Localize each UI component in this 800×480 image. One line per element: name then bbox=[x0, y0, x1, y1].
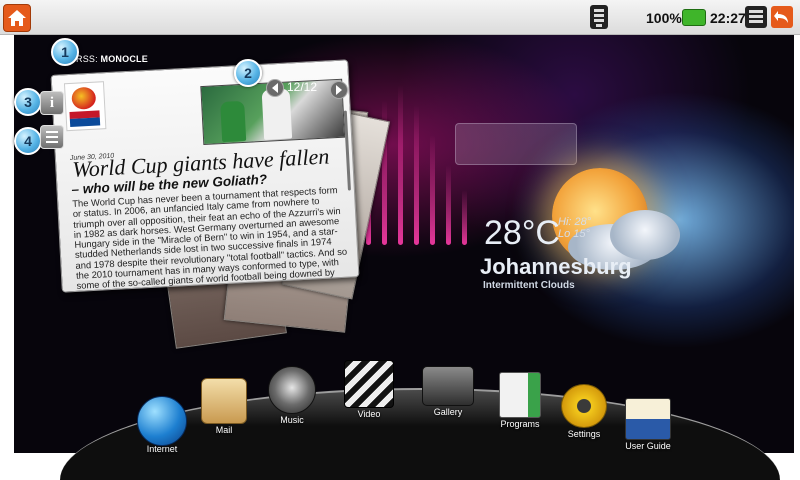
dock-item-music[interactable]: Music bbox=[252, 366, 332, 425]
globe-icon bbox=[137, 396, 187, 446]
callout-badge-4: 4 bbox=[14, 127, 42, 155]
page-counter: 12/12 bbox=[287, 80, 318, 94]
temp-low: Lo 15° bbox=[558, 228, 590, 240]
rss-source-label: RSS: MONOCLE bbox=[76, 54, 148, 64]
callout-badge-2: 2 bbox=[234, 59, 262, 87]
back-arrow-icon bbox=[774, 11, 788, 23]
info-button[interactable]: i bbox=[40, 91, 64, 115]
list-button[interactable] bbox=[40, 125, 64, 149]
programs-icon bbox=[499, 372, 541, 418]
clock: 22:27 bbox=[710, 10, 746, 26]
cloud-icon bbox=[610, 210, 680, 260]
article-body: The World Cup has never been a tournamen… bbox=[71, 184, 348, 293]
envelope-icon bbox=[201, 378, 247, 424]
world-cup-logo bbox=[63, 81, 107, 132]
home-button[interactable] bbox=[3, 4, 31, 32]
clapper-icon bbox=[344, 360, 394, 408]
speaker-icon bbox=[268, 366, 316, 414]
search-widget-background bbox=[455, 123, 577, 165]
status-bar: 100% 22:27 bbox=[0, 0, 800, 35]
dock-label: Gallery bbox=[433, 407, 463, 417]
camera-icon bbox=[422, 366, 474, 406]
dock-item-gallery[interactable]: Gallery bbox=[408, 366, 488, 417]
list-icon bbox=[46, 131, 58, 143]
city-name: Johannesburg bbox=[480, 254, 632, 279]
books-icon bbox=[625, 398, 671, 440]
dock-item-user-guide[interactable]: User Guide bbox=[608, 398, 688, 451]
rss-prefix: RSS: bbox=[76, 54, 98, 64]
battery-percent: 100% bbox=[646, 10, 682, 26]
battery-icon bbox=[682, 9, 706, 26]
weather-condition: Intermittent Clouds bbox=[483, 280, 575, 291]
rss-article-card[interactable]: June 30, 2010 World Cup giants have fall… bbox=[50, 59, 360, 293]
info-icon: i bbox=[49, 95, 55, 111]
home-icon bbox=[8, 10, 26, 26]
rss-source-name: MONOCLE bbox=[100, 54, 148, 64]
dock-label: Mail bbox=[215, 425, 233, 435]
dock-label: Video bbox=[357, 409, 381, 419]
previous-article-button[interactable] bbox=[266, 79, 284, 97]
high-low: Hi: 28° Lo 15° bbox=[558, 216, 591, 240]
callout-badge-1: 1 bbox=[51, 38, 79, 66]
next-article-button[interactable] bbox=[330, 81, 348, 99]
callout-badge-3: 3 bbox=[14, 88, 42, 116]
chevron-left-icon bbox=[272, 83, 278, 93]
temperature: 28°C bbox=[484, 214, 560, 252]
article-scrollbar[interactable] bbox=[343, 110, 351, 191]
menu-button[interactable] bbox=[745, 6, 767, 28]
dock-label: Music bbox=[280, 415, 304, 425]
dock-label: User Guide bbox=[625, 441, 671, 451]
chevron-right-icon bbox=[336, 85, 342, 95]
dock-item-video[interactable]: Video bbox=[329, 360, 409, 419]
gear-icon bbox=[561, 384, 607, 428]
signal-icon bbox=[590, 5, 608, 29]
back-button[interactable] bbox=[771, 6, 793, 28]
temp-high: Hi: 28° bbox=[558, 216, 592, 228]
